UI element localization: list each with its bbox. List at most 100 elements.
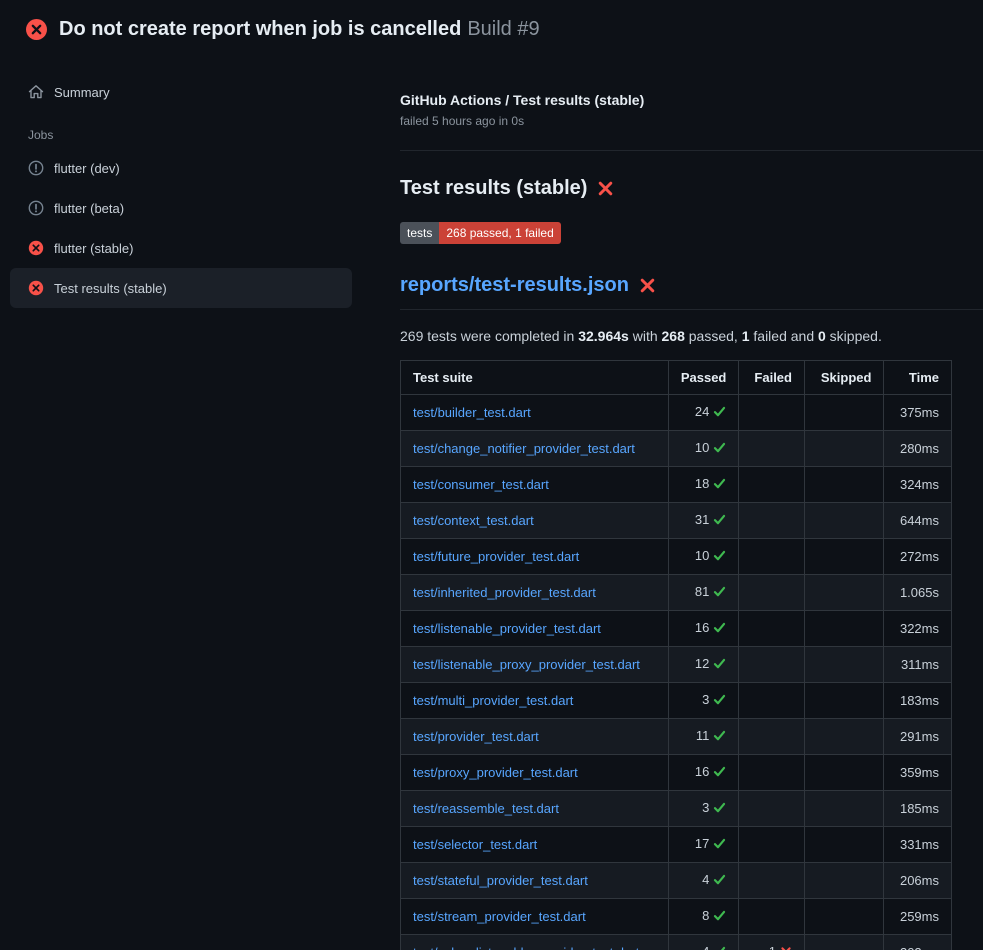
summary-skipped-count: 0 [818,328,826,344]
summary-passed-count: 268 [662,328,685,344]
job-label: Test results (stable) [54,281,167,296]
passed-count: 12 [695,656,709,671]
test-suite-link[interactable]: test/listenable_proxy_provider_test.dart [413,657,640,672]
passed-count: 10 [695,548,709,563]
test-suite-link[interactable]: test/consumer_test.dart [413,477,549,492]
table-row: test/inherited_provider_test.dart 81 1.0… [401,575,952,611]
table-row: test/stream_provider_test.dart 8 259ms [401,899,952,935]
passed-count: 16 [695,620,709,635]
passed-count: 3 [702,800,709,815]
job-label: flutter (beta) [54,201,124,216]
sidebar-item-flutter-stable[interactable]: flutter (stable) [10,228,352,268]
test-suite-link[interactable]: test/stream_provider_test.dart [413,909,586,924]
test-suite-link[interactable]: test/listenable_provider_test.dart [413,621,601,636]
check-icon [713,405,726,422]
home-icon [28,84,44,100]
run-meta: failed 5 hours ago in 0s [400,114,983,128]
time-value: 259ms [900,909,939,924]
build-number: Build #9 [467,18,539,40]
check-icon [713,657,726,674]
test-suite-link[interactable]: test/reassemble_test.dart [413,801,559,816]
test-suite-link[interactable]: test/value_listenable_provider_test.dart [413,945,639,950]
report-file-link[interactable]: reports/test-results.json [400,274,629,297]
passed-count: 18 [695,476,709,491]
failed-x-circle-icon [28,240,44,256]
test-suite-link[interactable]: test/future_provider_test.dart [413,549,579,564]
badge-value: 268 passed, 1 failed [439,222,560,244]
table-row: test/consumer_test.dart 18 324ms [401,467,952,503]
table-row: test/stateful_provider_test.dart 4 206ms [401,863,952,899]
time-value: 311ms [901,657,939,672]
failed-x-circle-icon [26,19,47,40]
sidebar-item-summary[interactable]: Summary [10,72,352,112]
sidebar-item-test-results-stable[interactable]: Test results (stable) [10,268,352,308]
summary-text: 269 tests were completed in [400,328,578,344]
column-header-passed: Passed [668,361,739,395]
passed-count: 4 [702,872,709,887]
summary-text: passed, [685,328,742,344]
failed-x-icon [639,277,656,294]
table-row: test/value_listenable_provider_test.dart… [401,935,952,950]
passed-count: 8 [702,908,709,923]
neutral-circle-icon [28,200,44,216]
passed-count: 3 [702,692,709,707]
summary-duration: 32.964s [578,328,629,344]
sidebar-item-flutter-dev[interactable]: flutter (dev) [10,148,352,188]
neutral-circle-icon [28,160,44,176]
failed-count: 1 [769,944,776,950]
section-heading-text: Test results (stable) [400,177,587,200]
passed-count: 10 [695,440,709,455]
divider [400,150,983,151]
passed-count: 17 [695,836,709,851]
check-icon [713,513,726,530]
test-suite-link[interactable]: test/context_test.dart [413,513,534,528]
test-suite-link[interactable]: test/proxy_provider_test.dart [413,765,578,780]
time-value: 183ms [900,693,939,708]
summary-text: with [629,328,662,344]
test-suite-link[interactable]: test/selector_test.dart [413,837,537,852]
check-icon [713,765,726,782]
job-detail-panel: GitHub Actions / Test results (stable) f… [362,56,983,950]
column-header-failed: Failed [739,361,805,395]
time-value: 302ms [900,945,939,950]
column-header-time: Time [884,361,952,395]
test-suite-link[interactable]: test/multi_provider_test.dart [413,693,573,708]
sidebar-item-flutter-beta[interactable]: flutter (beta) [10,188,352,228]
test-suite-link[interactable]: test/builder_test.dart [413,405,531,420]
test-suite-link[interactable]: test/stateful_provider_test.dart [413,873,588,888]
time-value: 291ms [900,729,939,744]
test-suite-link[interactable]: test/provider_test.dart [413,729,539,744]
report-heading: reports/test-results.json [400,274,983,310]
check-icon [713,873,726,890]
table-row: test/context_test.dart 31 644ms [401,503,952,539]
passed-count: 24 [695,404,709,419]
time-value: 324ms [900,477,939,492]
table-row: test/change_notifier_provider_test.dart … [401,431,952,467]
check-icon [713,585,726,602]
check-icon [713,441,726,458]
check-icon [713,621,726,638]
test-suite-link[interactable]: test/change_notifier_provider_test.dart [413,441,635,456]
summary-failed-count: 1 [742,328,750,344]
table-row: test/multi_provider_test.dart 3 183ms [401,683,952,719]
time-value: 322ms [900,621,939,636]
job-label: flutter (stable) [54,241,133,256]
failed-x-circle-icon [28,280,44,296]
test-suite-link[interactable]: test/inherited_provider_test.dart [413,585,596,600]
time-value: 185ms [900,801,939,816]
table-row: test/future_provider_test.dart 10 272ms [401,539,952,575]
check-icon [713,945,726,950]
test-table-body: test/builder_test.dart 24 375ms test/cha… [401,395,952,950]
run-header: Do not create report when job is cancell… [0,0,983,56]
table-row: test/listenable_proxy_provider_test.dart… [401,647,952,683]
table-row: test/provider_test.dart 11 291ms [401,719,952,755]
tests-status-badge: tests 268 passed, 1 failed [400,222,561,244]
check-icon [713,549,726,566]
table-row: test/proxy_provider_test.dart 16 359ms [401,755,952,791]
section-heading: Test results (stable) [400,177,983,200]
table-row: test/selector_test.dart 17 331ms [401,827,952,863]
sidebar-summary-label: Summary [54,85,110,100]
check-icon [713,693,726,710]
badge-label: tests [400,222,439,244]
cross-icon [780,945,792,950]
